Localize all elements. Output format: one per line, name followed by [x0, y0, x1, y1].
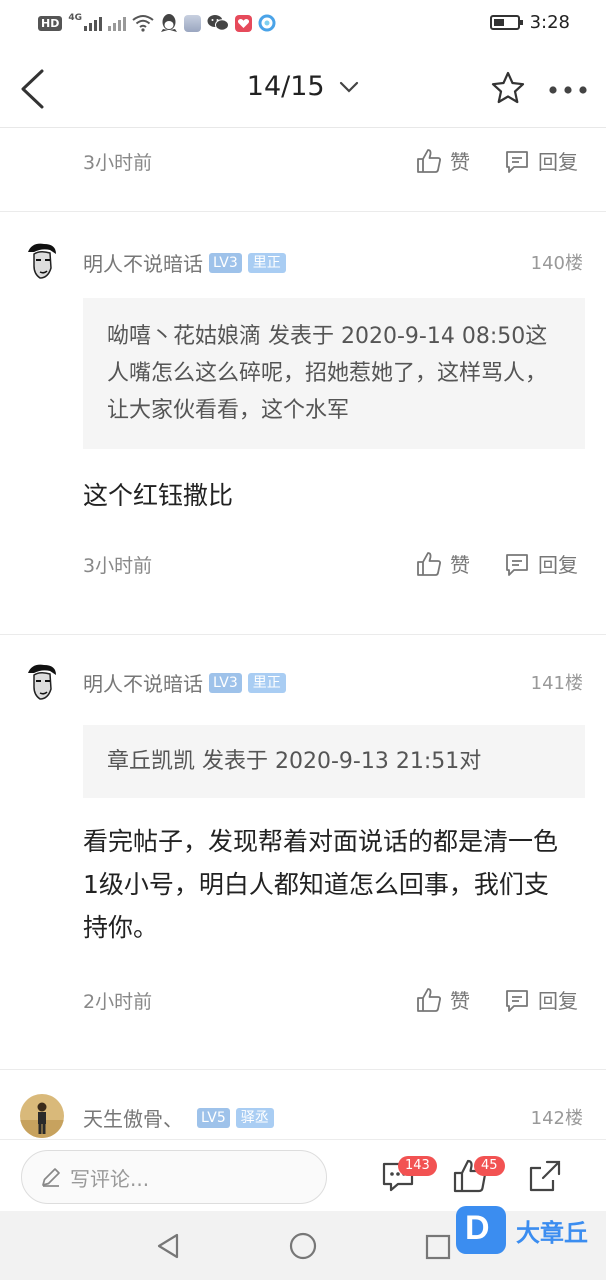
comment-toolbar: 写评论... 143 45: [0, 1139, 606, 1211]
favorite-star-icon[interactable]: [490, 70, 526, 106]
reply-time: 3小时前: [83, 555, 153, 577]
nav-recents-icon[interactable]: [424, 1233, 452, 1261]
reply-header: 明人不说暗话 LV3 里正 140楼: [0, 212, 606, 305]
reply-time: 2小时前: [83, 991, 153, 1013]
reply-meta-row: 3小时前 赞 回复: [0, 521, 606, 605]
reply-author[interactable]: 明人不说暗话 LV3 里正: [83, 668, 286, 697]
reply-meta-row: 2小时前 赞 回复: [0, 959, 606, 1043]
app-notification-icon: [184, 14, 201, 32]
comment-input[interactable]: 写评论...: [21, 1150, 327, 1204]
browser-icon: [258, 14, 276, 32]
reply-content: 这个红钰撒比: [83, 481, 234, 510]
level-badge: LV3: [209, 252, 242, 273]
comment-bubble-icon: [506, 553, 528, 576]
thumbs-up-icon: [417, 987, 441, 1012]
reply-item: 明人不说暗话 LV3 里正 141楼 章丘凯凯 发表于 2020-9-13 21…: [0, 635, 606, 1043]
reply-item: 明人不说暗话 LV3 里正 140楼 呦嘻丶花姑娘滴 发表于 2020-9-14…: [0, 212, 606, 605]
more-options-icon[interactable]: [548, 85, 588, 95]
rank-title-badge: 里正: [247, 252, 286, 273]
status-bar: HD 4G 3:28: [0, 0, 606, 50]
top-navigation-bar: 14/15: [0, 50, 606, 128]
nav-home-icon[interactable]: [288, 1231, 318, 1261]
status-icons-right: 3:28: [489, 12, 570, 33]
reply-button[interactable]: 回复: [504, 549, 578, 578]
like-button[interactable]: 赞: [416, 985, 470, 1014]
reply-author[interactable]: 明人不说暗话 LV3 里正: [83, 248, 286, 277]
thumbs-up-icon: [417, 148, 441, 173]
quoted-reply[interactable]: 章丘凯凯 发表于 2020-9-13 21:51对: [83, 725, 585, 798]
pencil-icon: [42, 1168, 60, 1187]
network-type-label: 4G: [68, 13, 82, 23]
reply-header: 明人不说暗话 LV3 里正 141楼: [0, 635, 606, 725]
heart-app-icon: [235, 14, 252, 32]
like-button[interactable]: 赞: [416, 549, 470, 578]
reply-button[interactable]: 回复: [504, 985, 578, 1014]
thumbs-up-icon: [417, 551, 441, 576]
like-label: 赞: [450, 553, 470, 577]
floor-number: 141楼: [530, 673, 583, 694]
username[interactable]: 明人不说暗话: [83, 248, 203, 277]
username[interactable]: 天生傲骨、: [83, 1103, 183, 1132]
page-indicator-text: 14/15: [246, 71, 325, 102]
quoted-text: 章丘凯凯 发表于 2020-9-13 21:51对: [107, 749, 482, 774]
reply-author[interactable]: 天生傲骨、 LV5 驿丞: [83, 1103, 274, 1132]
like-label: 赞: [450, 150, 470, 174]
reply-meta-row: 3小时前 赞 回复: [0, 128, 606, 211]
avatar[interactable]: [20, 659, 64, 703]
reply-label: 回复: [538, 989, 578, 1013]
reply-label: 回复: [538, 553, 578, 577]
comment-bubble-icon: [506, 989, 528, 1012]
watermark: D 大章丘: [456, 1206, 588, 1254]
chevron-down-icon: [340, 81, 359, 93]
like-label: 赞: [450, 989, 470, 1013]
comments-button[interactable]: 143: [378, 1140, 437, 1212]
floor-number: 142楼: [530, 1108, 583, 1129]
username[interactable]: 明人不说暗话: [83, 668, 203, 697]
like-count-badge: 45: [474, 1156, 505, 1176]
watermark-logo: D: [456, 1206, 506, 1254]
watermark-logo-letter: D: [465, 1209, 490, 1247]
nav-back-icon[interactable]: [153, 1231, 183, 1261]
hd-indicator: HD: [38, 15, 63, 31]
reply-time: 3小时前: [83, 152, 153, 174]
wechat-icon: [207, 15, 229, 31]
status-time: 3:28: [529, 12, 570, 33]
share-icon[interactable]: [527, 1158, 563, 1194]
avatar[interactable]: [20, 1094, 64, 1138]
level-badge: LV5: [197, 1107, 230, 1128]
signal-secondary-icon: [108, 15, 126, 31]
reply-button[interactable]: 回复: [504, 146, 578, 175]
reply-label: 回复: [538, 150, 578, 174]
wifi-icon: [132, 15, 154, 32]
reply-content: 看完帖子，发现帮着对面说话的都是清一色1级小号，明白人都知道怎么回事，我们支持你…: [83, 827, 559, 942]
reply-item: 3小时前 赞 回复: [0, 128, 606, 211]
comment-count-badge: 143: [398, 1156, 437, 1176]
level-badge: LV3: [209, 672, 242, 693]
quoted-text: 呦嘻丶花姑娘滴 发表于 2020-9-14 08:50这人嘴怎么这么碎呢，招她惹…: [107, 324, 548, 423]
floor-number: 140楼: [530, 253, 583, 274]
signal-icon: [84, 15, 102, 31]
rank-title-badge: 里正: [247, 672, 286, 693]
avatar[interactable]: [20, 238, 64, 282]
status-icons-left: HD 4G: [38, 13, 276, 33]
rank-title-badge: 驿丞: [235, 1107, 274, 1128]
comment-placeholder: 写评论...: [70, 1166, 150, 1191]
quoted-reply[interactable]: 呦嘻丶花姑娘滴 发表于 2020-9-14 08:50这人嘴怎么这么碎呢，招她惹…: [83, 298, 585, 449]
like-button[interactable]: 赞: [416, 146, 470, 175]
battery-icon: [489, 15, 523, 30]
reply-feed: 3小时前 赞 回复 明人不说暗话 LV3 里正 140楼 呦嘻丶花姑娘滴 发表于…: [0, 128, 606, 1160]
qq-icon: [161, 14, 177, 32]
comment-bubble-icon: [506, 150, 528, 173]
like-post-button[interactable]: 45: [452, 1140, 505, 1212]
watermark-text: 大章丘: [516, 1218, 588, 1247]
